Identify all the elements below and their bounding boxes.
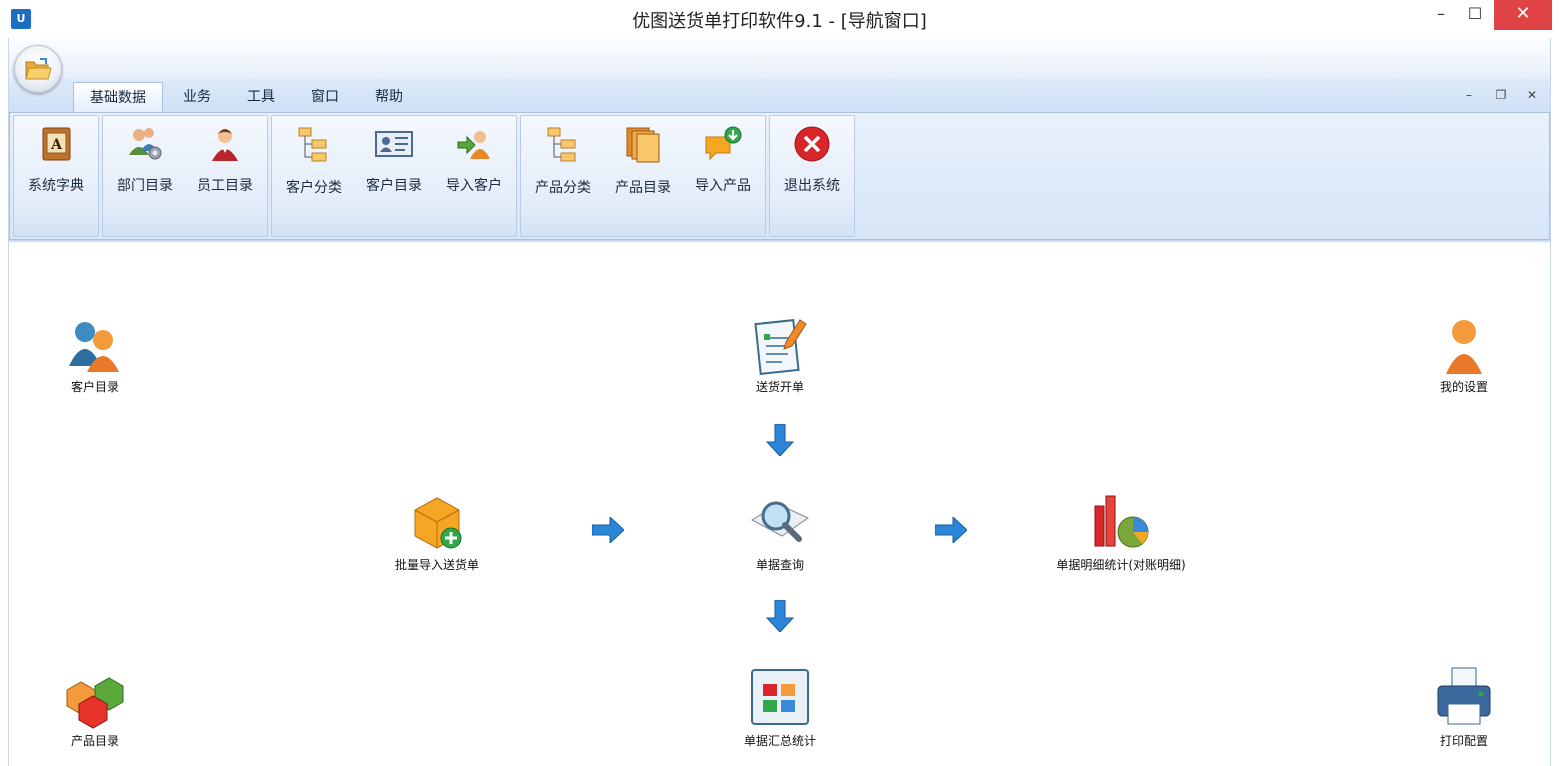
nav-label: 产品目录 bbox=[70, 734, 119, 748]
nav-customer-directory[interactable]: 客户目录 bbox=[15, 314, 175, 395]
close-button[interactable]: ✕ bbox=[1494, 0, 1552, 30]
mdi-close-button[interactable]: ✕ bbox=[1524, 88, 1540, 102]
arrow-down-icon bbox=[766, 424, 794, 456]
printer-icon bbox=[1437, 667, 1491, 725]
employee-icon bbox=[212, 129, 238, 161]
ribbon-button-label: 产品目录 bbox=[615, 180, 671, 196]
ribbon-shadow bbox=[9, 240, 1550, 243]
product-category-button[interactable]: 产品分类 bbox=[523, 121, 603, 197]
ribbon-button-label: 客户分类 bbox=[286, 180, 342, 196]
nav-label: 打印配置 bbox=[1439, 734, 1488, 748]
import-message-icon bbox=[705, 126, 742, 161]
department-directory-button[interactable]: 部门目录 bbox=[105, 121, 185, 197]
nav-label: 送货开单 bbox=[755, 380, 804, 394]
exit-icon bbox=[794, 126, 830, 162]
mdi-restore-button[interactable]: ❐ bbox=[1493, 88, 1509, 102]
search-document-icon bbox=[750, 501, 810, 542]
maximize-button[interactable]: ☐ bbox=[1460, 0, 1490, 30]
ribbon-button-label: 产品分类 bbox=[535, 180, 591, 196]
tab-tools[interactable]: 工具 bbox=[234, 82, 288, 112]
arrow-down-icon bbox=[766, 600, 794, 632]
mdi-minimize-button[interactable]: – bbox=[1461, 88, 1477, 102]
import-customer-button[interactable]: 导入客户 bbox=[434, 121, 514, 197]
nav-document-query[interactable]: 单据查询 bbox=[700, 490, 860, 573]
window-title: 优图送货单打印软件9.1 - [导航窗口] bbox=[632, 11, 927, 32]
nav-batch-import[interactable]: 批量导入送货单 bbox=[357, 490, 517, 573]
product-directory-button[interactable]: 产品目录 bbox=[603, 121, 683, 197]
quick-access-bar bbox=[9, 38, 1550, 79]
department-users-icon bbox=[129, 128, 162, 160]
open-folder-icon bbox=[25, 58, 52, 80]
box-add-icon bbox=[414, 497, 462, 549]
ribbon-button-label: 导入产品 bbox=[695, 178, 751, 194]
tab-basic-data[interactable]: 基础数据 bbox=[73, 82, 163, 112]
customer-directory-button[interactable]: 客户目录 bbox=[354, 121, 434, 197]
tree-icon bbox=[298, 127, 327, 162]
nav-document-summary-stats[interactable]: 单据汇总统计 bbox=[700, 666, 860, 749]
nav-label: 单据查询 bbox=[755, 558, 804, 572]
nav-create-delivery[interactable]: 送货开单 bbox=[700, 312, 860, 395]
tab-help[interactable]: 帮助 bbox=[362, 82, 416, 112]
arrow-right-icon bbox=[592, 517, 624, 543]
nav-label: 单据汇总统计 bbox=[743, 734, 816, 748]
dashboard-icon bbox=[751, 669, 809, 725]
import-user-icon bbox=[457, 131, 490, 159]
nav-print-config[interactable]: 打印配置 bbox=[1384, 666, 1544, 749]
svg-text:A: A bbox=[50, 137, 63, 153]
arrow-right-icon bbox=[935, 517, 967, 543]
exit-system-button[interactable]: 退出系统 bbox=[772, 121, 852, 197]
ribbon-button-label: 员工目录 bbox=[197, 178, 253, 194]
folders-icon bbox=[626, 127, 660, 163]
ribbon-button-label: 部门目录 bbox=[117, 178, 173, 194]
contact-card-icon bbox=[375, 131, 413, 157]
title-bar: U 优图送货单打印软件9.1 - [导航窗口] – ☐ ✕ bbox=[0, 0, 1559, 38]
nav-document-detail-stats[interactable]: 单据明细统计(对账明细) bbox=[1041, 490, 1201, 573]
customer-category-button[interactable]: 客户分类 bbox=[274, 121, 354, 197]
tab-window[interactable]: 窗口 bbox=[298, 82, 352, 112]
nav-label: 客户目录 bbox=[70, 380, 119, 394]
nav-my-settings[interactable]: 我的设置 bbox=[1384, 314, 1544, 395]
tab-business[interactable]: 业务 bbox=[170, 82, 224, 112]
user-icon bbox=[1446, 320, 1482, 374]
chart-icon bbox=[1094, 495, 1149, 548]
import-product-button[interactable]: 导入产品 bbox=[683, 121, 763, 197]
ribbon-button-label: 退出系统 bbox=[784, 178, 840, 194]
customers-icon bbox=[69, 322, 119, 372]
employee-directory-button[interactable]: 员工目录 bbox=[185, 121, 265, 197]
system-dictionary-button[interactable]: A 系统字典 bbox=[16, 121, 96, 197]
nav-product-directory[interactable]: 产品目录 bbox=[15, 668, 175, 749]
ribbon-button-label: 系统字典 bbox=[28, 178, 84, 194]
book-icon: A bbox=[42, 127, 71, 161]
tree-icon bbox=[547, 127, 576, 162]
form-edit-icon bbox=[754, 319, 807, 375]
minimize-button[interactable]: – bbox=[1426, 0, 1456, 30]
ribbon-button-label: 导入客户 bbox=[446, 178, 502, 194]
nav-label: 批量导入送货单 bbox=[394, 558, 479, 572]
cubes-icon bbox=[66, 677, 124, 729]
ribbon-button-label: 客户目录 bbox=[366, 178, 422, 194]
application-menu-button[interactable] bbox=[14, 45, 62, 93]
nav-label: 我的设置 bbox=[1439, 380, 1488, 394]
nav-label: 单据明细统计(对账明细) bbox=[1056, 558, 1186, 572]
